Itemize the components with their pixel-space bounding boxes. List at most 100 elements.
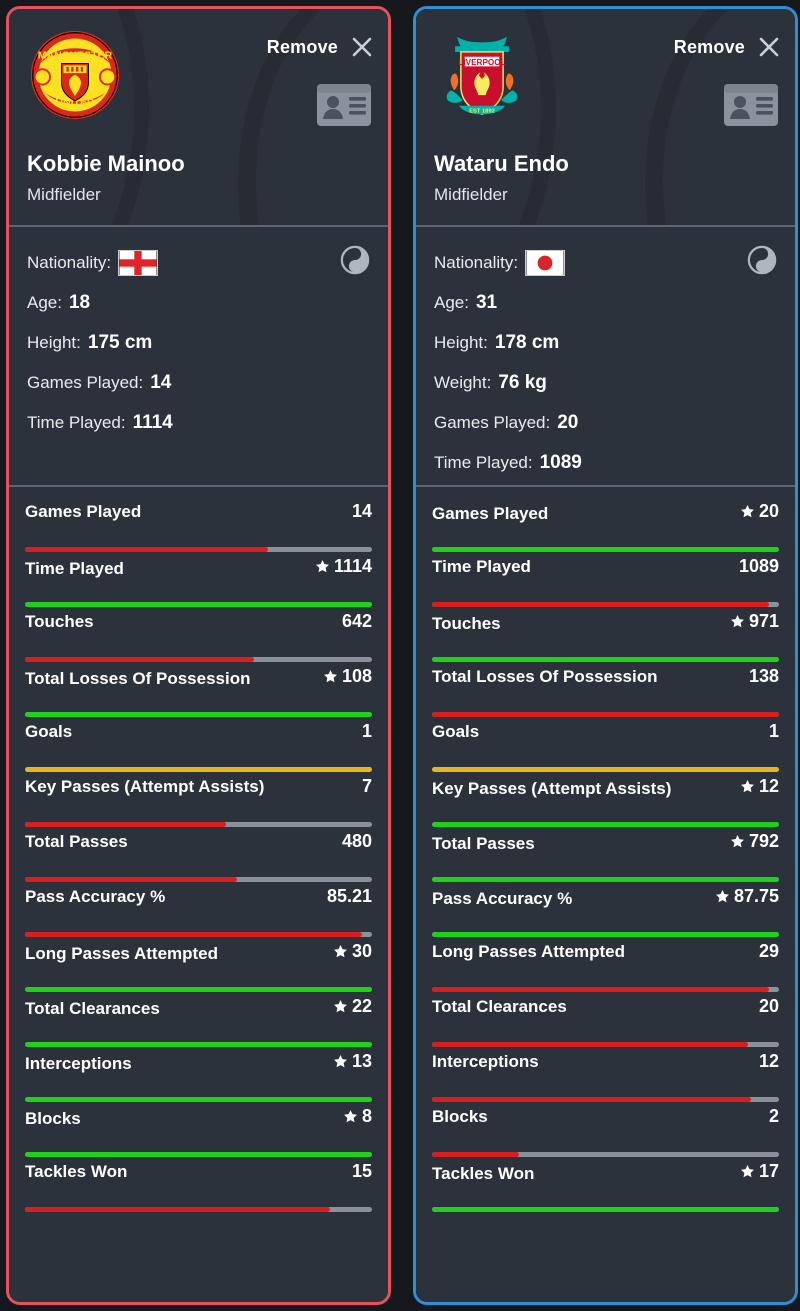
stat-row: Total Clearances 20: [432, 992, 779, 1047]
info-label: Games Played:: [27, 373, 144, 392]
stat-bar-track: [432, 877, 779, 882]
info-row: Age: 18: [27, 283, 370, 323]
star-icon: [324, 670, 337, 683]
stat-value: 971: [748, 611, 779, 631]
info-value: 18: [68, 292, 91, 313]
stat-label: Key Passes (Attempt Assists): [432, 779, 672, 798]
stat-bar-track: [432, 712, 779, 717]
stat-header: Total Clearances 22: [25, 992, 372, 1024]
remove-label: Remove: [673, 36, 745, 57]
stat-row: Blocks 8: [25, 1102, 372, 1157]
stat-header: Tackles Won 15: [25, 1157, 372, 1189]
info-row: Games Played: 20: [434, 403, 777, 443]
star-icon: [316, 560, 329, 573]
stat-row: Total Losses Of Possession 138: [432, 662, 779, 717]
player-stats-block: Games Played 20 Time Played 1089 Touches…: [416, 487, 795, 1302]
stat-bar-track: [432, 602, 779, 607]
stat-bar-track: [432, 1152, 779, 1157]
card-header: MANCHESTER UNITED Remove Kobbie Mainoo M…: [9, 9, 388, 225]
info-row: Time Played: 1089: [434, 443, 777, 483]
stat-bar-fill: [25, 822, 227, 827]
stat-header: Long Passes Attempted 30: [25, 937, 372, 969]
stat-bar-fill: [432, 987, 769, 992]
stat-bar-fill: [432, 767, 779, 772]
info-label: Time Played:: [434, 453, 533, 472]
close-icon[interactable]: [757, 35, 781, 59]
stat-header: Pass Accuracy % 87.75: [432, 882, 779, 914]
close-icon[interactable]: [350, 35, 374, 59]
stat-value-group: 138: [749, 666, 779, 687]
stat-value: 87.75: [733, 886, 779, 906]
japan-flag: [525, 250, 566, 276]
info-row: Age: 31: [434, 283, 777, 323]
stat-header: Time Played 1114: [25, 552, 372, 584]
stat-value: 15: [351, 1161, 372, 1181]
stat-bar-track: [25, 932, 372, 937]
stat-value-group: 14: [352, 501, 372, 522]
stat-header: Key Passes (Attempt Assists) 7: [25, 772, 372, 804]
stat-row: Games Played 20: [432, 497, 779, 552]
stat-header: Total Clearances 20: [432, 992, 779, 1024]
star-icon: [716, 890, 729, 903]
info-label: Weight:: [434, 373, 492, 392]
yin-yang-icon: [747, 245, 777, 275]
stat-header: Time Played 1089: [432, 552, 779, 584]
stat-bar-track: [432, 1207, 779, 1212]
stat-value: 2: [768, 1106, 779, 1126]
stat-value: 1089: [738, 556, 779, 576]
stat-bar-track: [432, 1042, 779, 1047]
stat-bar-fill: [25, 767, 372, 772]
stat-value-group: 642: [342, 611, 372, 632]
stat-header: Games Played 20: [432, 497, 779, 529]
stat-label: Touches: [25, 612, 94, 631]
stat-row: Tackles Won 15: [25, 1157, 372, 1212]
remove-button[interactable]: Remove: [267, 35, 374, 59]
stat-value: 1: [768, 721, 779, 741]
stat-row: Total Losses Of Possession 108: [25, 662, 372, 717]
stat-bar-fill: [432, 1152, 519, 1157]
svg-text:LIVERPOOL: LIVERPOOL: [458, 58, 505, 67]
stat-row: Long Passes Attempted 29: [432, 937, 779, 992]
remove-button[interactable]: Remove: [674, 35, 781, 59]
stat-bar-fill: [432, 877, 779, 882]
club-crest: LIVERPOOL EST 1892: [434, 27, 530, 123]
info-value: 14: [150, 372, 172, 393]
stat-bar-track: [25, 877, 372, 882]
stat-header: Goals 1: [25, 717, 372, 749]
stat-label: Long Passes Attempted: [432, 942, 626, 961]
stat-value-group: 12: [740, 776, 779, 797]
stat-value-group: 971: [730, 611, 779, 632]
stat-label: Interceptions: [25, 1054, 132, 1073]
stat-value-group: 85.21: [327, 886, 372, 907]
stat-bar-track: [25, 712, 372, 717]
stat-value: 17: [758, 1161, 779, 1181]
stat-value: 13: [351, 1051, 372, 1071]
stat-value: 642: [341, 611, 372, 631]
info-row: Nationality:: [434, 243, 777, 283]
manchester-united-crest: MANCHESTER UNITED: [30, 30, 120, 120]
stat-value: 85.21: [326, 886, 372, 906]
stat-value-group: 22: [333, 996, 372, 1017]
stat-row: Touches 971: [432, 607, 779, 662]
stat-bar-fill: [25, 602, 372, 607]
stat-bar-fill: [432, 1097, 752, 1102]
stat-label: Interceptions: [432, 1052, 539, 1071]
stat-header: Total Passes 480: [25, 827, 372, 859]
stat-value-group: 1089: [739, 556, 779, 577]
stat-label: Key Passes (Attempt Assists): [25, 777, 265, 796]
star-icon: [741, 1165, 754, 1178]
stat-header: Tackles Won 17: [432, 1157, 779, 1189]
stat-header: Total Losses Of Possession 138: [432, 662, 779, 694]
stat-value: 14: [351, 501, 372, 521]
stat-value: 792: [748, 831, 779, 851]
info-label: Height:: [27, 333, 81, 352]
stat-row: Pass Accuracy % 85.21: [25, 882, 372, 937]
stat-row: Time Played 1114: [25, 552, 372, 607]
stat-value: 7: [361, 776, 372, 796]
stat-value-group: 1: [362, 721, 372, 742]
stat-bar-fill: [432, 1042, 748, 1047]
stat-bar-track: [25, 547, 372, 552]
stat-value-group: 8: [343, 1106, 372, 1127]
stat-row: Goals 1: [432, 717, 779, 772]
stat-value-group: 20: [740, 501, 779, 522]
